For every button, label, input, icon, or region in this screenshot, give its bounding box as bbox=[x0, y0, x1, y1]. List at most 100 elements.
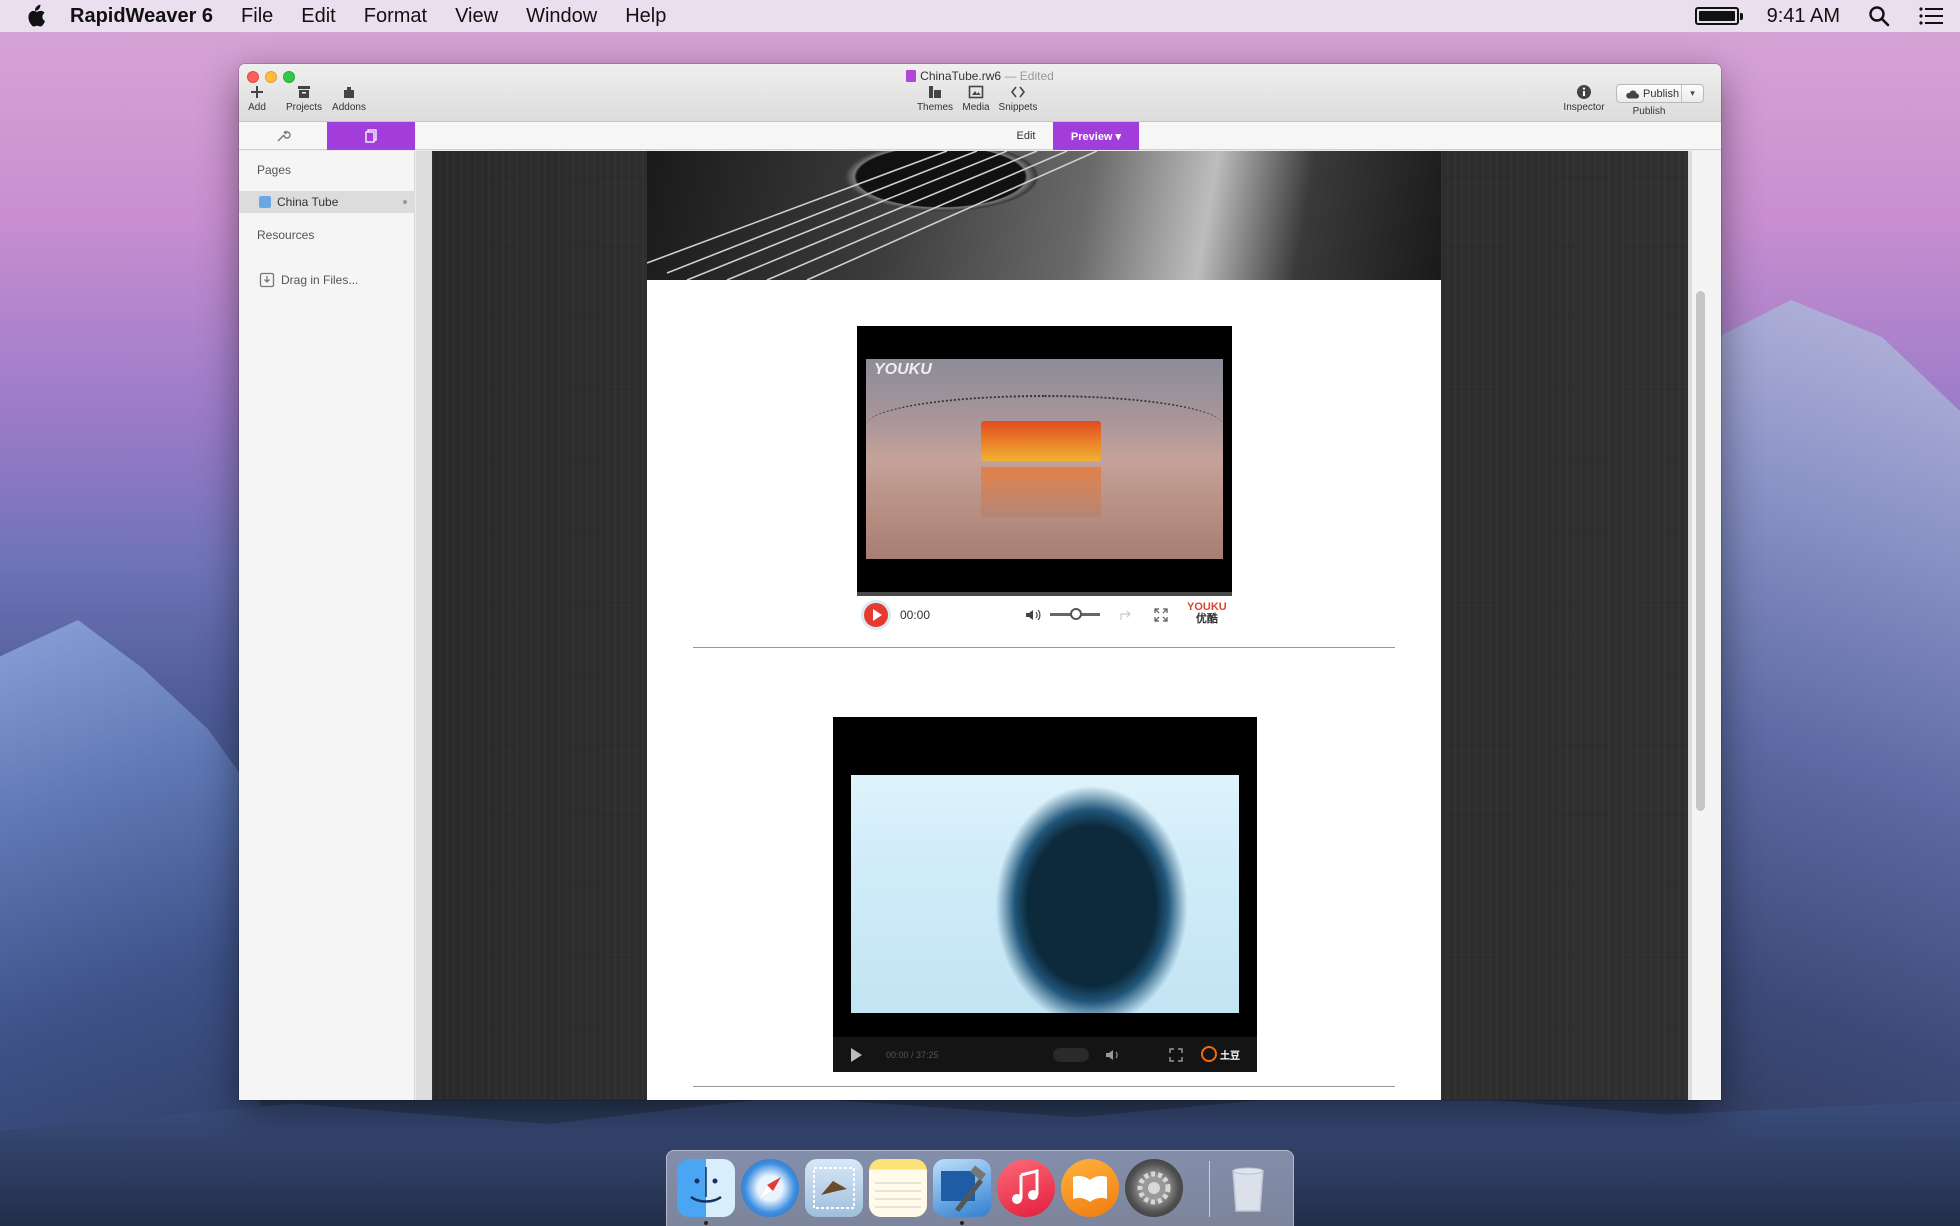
guitar-strings-graphic bbox=[647, 151, 1098, 280]
sidebar-tab-pages[interactable] bbox=[327, 122, 415, 150]
notes-dock-icon[interactable] bbox=[869, 1159, 927, 1217]
pages-icon bbox=[365, 129, 377, 143]
battery-icon[interactable] bbox=[1694, 7, 1743, 25]
sidebar-page-item[interactable]: China Tube bbox=[239, 191, 415, 213]
projects-button[interactable]: Projects bbox=[281, 84, 327, 113]
page-label: China Tube bbox=[277, 195, 339, 209]
tudou-video-player[interactable]: 00:00 / 37:25 土豆 bbox=[833, 717, 1257, 1072]
media-button[interactable]: Media bbox=[953, 84, 999, 113]
tudou-play-icon[interactable] bbox=[851, 1047, 862, 1062]
youku-controls: 00:00 YOUKU 优酷 bbox=[857, 596, 1232, 633]
publish-menu-caret-icon[interactable]: ▾ bbox=[1681, 85, 1703, 102]
notes-lines-icon bbox=[875, 1182, 921, 1208]
tudou-brand-text: 土豆 bbox=[1220, 1050, 1240, 1062]
music-note-icon bbox=[1012, 1169, 1039, 1204]
add-button[interactable]: Add bbox=[239, 84, 280, 113]
tudou-smile-icon bbox=[1201, 1046, 1217, 1062]
plus-icon bbox=[251, 86, 263, 98]
content-divider bbox=[693, 647, 1395, 648]
inspector-button[interactable]: Inspector bbox=[1559, 84, 1609, 113]
share-icon[interactable] bbox=[1119, 608, 1135, 622]
download-box-icon bbox=[259, 272, 275, 288]
resources-heading: Resources bbox=[257, 228, 315, 242]
tudou-brand-logo[interactable]: 土豆 bbox=[1201, 1046, 1240, 1062]
xcode-dock-icon[interactable] bbox=[933, 1159, 991, 1217]
menu-file[interactable]: File bbox=[241, 5, 273, 28]
truck-reflection bbox=[981, 467, 1101, 517]
finder-face-icon bbox=[690, 1167, 722, 1203]
sidebar-tab-tools[interactable] bbox=[239, 122, 327, 150]
add-label: Add bbox=[248, 102, 266, 113]
notification-center-icon[interactable] bbox=[1918, 5, 1944, 27]
tudou-fullscreen-icon[interactable] bbox=[1168, 1047, 1184, 1063]
fullscreen-icon[interactable] bbox=[1153, 607, 1169, 623]
menu-format[interactable]: Format bbox=[364, 5, 427, 28]
tudou-controls: 00:00 / 37:25 土豆 bbox=[833, 1037, 1257, 1072]
addons-label: Addons bbox=[332, 102, 366, 113]
mail-dock-icon[interactable] bbox=[805, 1159, 863, 1217]
document-title: ChinaTube.rw6 — Edited bbox=[239, 69, 1721, 83]
projects-icon bbox=[298, 86, 310, 98]
eagle-stamp-icon bbox=[813, 1167, 855, 1209]
ibooks-dock-icon[interactable] bbox=[1061, 1159, 1119, 1217]
menubar-clock[interactable]: 9:41 AM bbox=[1767, 5, 1840, 28]
youku-play-button[interactable] bbox=[864, 602, 888, 627]
desktop-mountain-right bbox=[1700, 300, 1960, 1226]
publish-button-label: Publish bbox=[1643, 87, 1680, 100]
youku-brand-logo[interactable]: YOUKU 优酷 bbox=[1187, 601, 1227, 625]
snippets-icon bbox=[1010, 86, 1026, 98]
tudou-volume-icon[interactable] bbox=[1105, 1048, 1121, 1062]
wrench-icon bbox=[277, 130, 291, 142]
apple-icon[interactable] bbox=[24, 4, 46, 28]
page-preview: YOUKU 00:00 YOUKU 优酷 00:00 / 37:25 土豆 bbox=[416, 151, 1721, 1100]
gear-icon bbox=[1137, 1171, 1171, 1205]
finder-running-indicator bbox=[704, 1221, 708, 1225]
rapidweaver-window: ChinaTube.rw6 — Edited Add Projects Addo… bbox=[239, 64, 1721, 1100]
preview-mode-tab[interactable]: Preview ▾ bbox=[1053, 122, 1139, 150]
tudou-video-frame[interactable] bbox=[851, 775, 1239, 1013]
addons-icon bbox=[344, 87, 354, 98]
document-name: ChinaTube.rw6 bbox=[920, 69, 1002, 83]
itunes-dock-icon[interactable] bbox=[997, 1159, 1055, 1217]
spotlight-search-icon[interactable] bbox=[1868, 5, 1890, 27]
themes-icon bbox=[929, 86, 941, 98]
menu-help[interactable]: Help bbox=[625, 5, 666, 28]
menu-bar: RapidWeaver 6 File Edit Format View Wind… bbox=[0, 0, 1960, 32]
menu-window[interactable]: Window bbox=[526, 5, 597, 28]
preview-scroll-thumb[interactable] bbox=[1696, 291, 1705, 811]
dock bbox=[666, 1150, 1294, 1226]
youku-brand-top: YOUKU bbox=[1187, 601, 1227, 613]
themes-button[interactable]: Themes bbox=[912, 84, 958, 113]
drag-in-files-item[interactable]: Drag in Files... bbox=[259, 272, 358, 288]
publish-button[interactable]: Publish ▾ bbox=[1616, 84, 1704, 103]
cloud-upload-icon bbox=[1626, 89, 1639, 98]
addons-button[interactable]: Addons bbox=[326, 84, 372, 113]
menu-view[interactable]: View bbox=[455, 5, 498, 28]
inspector-label: Inspector bbox=[1563, 102, 1605, 113]
youku-video-player[interactable]: YOUKU 00:00 YOUKU 优酷 bbox=[857, 326, 1232, 633]
trash-dock-icon[interactable] bbox=[1219, 1159, 1277, 1217]
document-icon bbox=[906, 70, 917, 82]
tudou-quality-toggle[interactable] bbox=[1053, 1048, 1089, 1062]
mode-bar: Edit Preview ▾ bbox=[239, 122, 1721, 150]
content-divider bbox=[693, 1086, 1395, 1087]
compass-icon bbox=[759, 1177, 781, 1199]
system-preferences-dock-icon[interactable] bbox=[1125, 1159, 1183, 1217]
pages-heading: Pages bbox=[257, 163, 292, 177]
finder-dock-icon[interactable] bbox=[677, 1159, 735, 1217]
volume-slider-knob[interactable] bbox=[1070, 608, 1082, 620]
window-titlebar: ChinaTube.rw6 — Edited Add Projects Addo… bbox=[239, 64, 1721, 122]
edit-mode-tab[interactable]: Edit bbox=[999, 122, 1053, 150]
info-icon bbox=[1577, 85, 1591, 99]
youku-video-frame[interactable]: YOUKU bbox=[866, 359, 1223, 559]
volume-icon[interactable] bbox=[1025, 608, 1041, 622]
media-icon bbox=[968, 85, 984, 99]
youku-brand-bottom: 优酷 bbox=[1195, 613, 1218, 625]
dock-separator bbox=[1209, 1161, 1210, 1217]
menu-edit[interactable]: Edit bbox=[301, 5, 335, 28]
snippets-button[interactable]: Snippets bbox=[995, 84, 1041, 113]
publish-label: Publish bbox=[1632, 106, 1666, 117]
app-name-menu[interactable]: RapidWeaver 6 bbox=[70, 5, 213, 28]
projects-label: Projects bbox=[285, 102, 323, 113]
safari-dock-icon[interactable] bbox=[741, 1159, 799, 1217]
